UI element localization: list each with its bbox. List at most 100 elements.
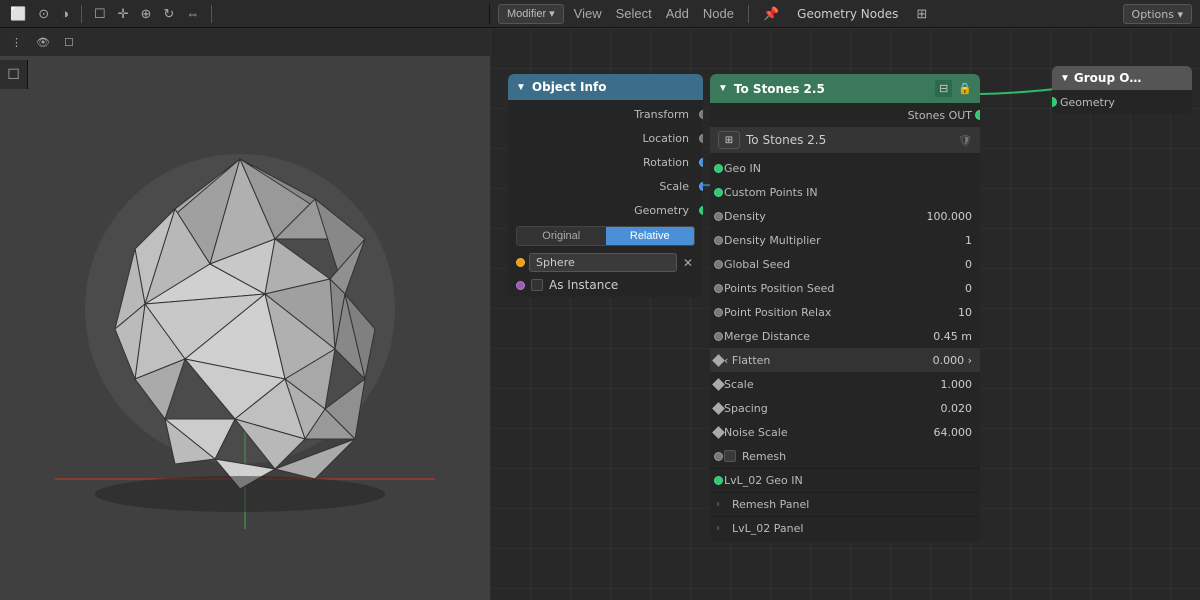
modifier-dropdown[interactable]: Modifier ▾ (498, 4, 564, 24)
header-icons[interactable]: ⊞ (912, 4, 931, 24)
merge-distance-socket[interactable] (714, 332, 723, 341)
sphere-socket[interactable] (516, 258, 525, 267)
left-sidebar: ☐ (0, 60, 28, 89)
flatten-row: ‹ Flatten 0.000 › (710, 348, 980, 372)
pin-icon[interactable]: 📌 (759, 4, 783, 24)
points-pos-seed-socket[interactable] (714, 284, 723, 293)
merge-distance-label: Merge Distance (724, 330, 917, 343)
noise-scale-value: 64.000 (917, 426, 972, 439)
location-row: Location (508, 126, 703, 150)
subheader-lock-icon: 🛡 (958, 134, 972, 147)
select-btn[interactable]: Select (612, 4, 656, 23)
original-relative-toggle: Original Relative (516, 226, 695, 246)
vp-view-icon[interactable]: 👁 (31, 34, 55, 51)
density-value: 100.000 (917, 210, 972, 223)
geometry-row: Geometry (508, 198, 703, 222)
to-stones-collapse-btn[interactable]: ▼ (718, 83, 728, 94)
group-output-geometry-label: Geometry (1060, 96, 1115, 109)
location-label: Location (516, 132, 695, 145)
noise-scale-label: Noise Scale (724, 426, 917, 439)
geometry-socket[interactable] (699, 206, 703, 215)
lvl-panel-row: › LvL_02 Panel (710, 516, 980, 540)
spacing-diamond-icon (712, 402, 725, 415)
to-stones-pin-btn[interactable]: 🔒 (958, 82, 972, 95)
global-seed-value: 0 (917, 258, 972, 271)
remesh-panel-row: › Remesh Panel (710, 492, 980, 516)
remesh-checkbox[interactable] (724, 450, 736, 462)
as-instance-checkbox[interactable] (531, 279, 543, 291)
group-output-collapse-btn[interactable]: ▼ (1060, 73, 1070, 84)
subheader-title: To Stones 2.5 (746, 133, 952, 147)
global-seed-socket[interactable] (714, 260, 723, 269)
transform-row: Transform (508, 102, 703, 126)
lvl-panel-arrow: › (716, 523, 720, 534)
remesh-panel-label: Remesh Panel (724, 498, 972, 511)
cursor-icon[interactable]: ✛ (114, 4, 133, 24)
object-info-body: Transform Location Rotation Scale (508, 100, 703, 297)
group-output-header: ▼ Group O… (1052, 66, 1192, 90)
to-stones-title: To Stones 2.5 (734, 82, 929, 96)
node-header-object-info: ▼ Object Info (508, 74, 703, 100)
rotation-socket[interactable] (699, 158, 703, 167)
point-pos-relax-socket[interactable] (714, 308, 723, 317)
select-mode-icon[interactable]: ☐ (90, 4, 110, 24)
scale-stones-row: Scale 1.000 (710, 372, 980, 396)
viewport-options-btn[interactable]: Options ▾ (1123, 4, 1192, 24)
vp-menu-icon[interactable]: ⋮ (6, 34, 27, 51)
points-pos-seed-label: Points Position Seed (724, 282, 917, 295)
density-socket[interactable] (714, 212, 723, 221)
points-pos-seed-row: Points Position Seed 0 (710, 276, 980, 300)
relative-btn[interactable]: Relative (606, 227, 695, 245)
group-output-geometry-socket[interactable] (1052, 97, 1057, 107)
sphere-dropdown[interactable]: Sphere (529, 253, 677, 272)
add-btn[interactable]: Add (662, 4, 693, 23)
group-output-node: ▼ Group O… Geometry (1052, 66, 1192, 114)
transform-socket[interactable] (699, 110, 703, 119)
scale-stones-label: Scale (724, 378, 917, 391)
remesh-panel-arrow: › (716, 499, 720, 510)
vp-select-icon[interactable]: ☐ (59, 34, 79, 51)
rotation-row: Rotation (508, 150, 703, 174)
point-pos-relax-label: Point Position Relax (724, 306, 917, 319)
spacing-value: 0.020 (917, 402, 972, 415)
scale-icon[interactable]: ⇔ (182, 4, 203, 23)
spacing-label: Spacing (724, 402, 917, 415)
move-icon[interactable]: ⊕ (137, 4, 156, 24)
scale-socket[interactable] (699, 182, 703, 191)
viewport-mode-icon[interactable]: ⬜ (6, 4, 30, 24)
to-stones-menu-btn[interactable]: ⊟ (935, 80, 952, 97)
view-btn[interactable]: View (570, 4, 606, 23)
node-editor: ▼ Object Info Transform Location Rotatio… (490, 28, 1200, 600)
noise-scale-diamond-icon (712, 426, 725, 439)
geo-in-socket[interactable] (714, 164, 723, 173)
toolbar-left: ⬜ ⊙ ◑ ☐ ✛ ⊕ ↻ ⇔ Options ▾ (0, 4, 490, 24)
remesh-socket[interactable] (714, 452, 723, 461)
custom-points-label: Custom Points IN (724, 186, 972, 199)
lvl-geo-in-socket[interactable] (714, 476, 723, 485)
select-box-icon[interactable]: ☐ (3, 64, 24, 85)
object-info-collapse-btn[interactable]: ▼ (516, 82, 526, 93)
density-mult-socket[interactable] (714, 236, 723, 245)
separator-2 (211, 5, 212, 23)
rotation-label: Rotation (516, 156, 695, 169)
flatten-value: 0.000 › (917, 354, 972, 367)
rotate-icon[interactable]: ↻ (159, 4, 178, 24)
viewport-overlay-icon[interactable]: ◑ (57, 4, 73, 23)
stones-out-label: Stones OUT (718, 109, 972, 122)
location-socket[interactable] (699, 134, 703, 143)
global-seed-row: Global Seed 0 (710, 252, 980, 276)
geo-in-row: Geo IN (710, 156, 980, 180)
to-stones-body: Geo IN Custom Points IN Density 100.000 … (710, 154, 980, 542)
stones-out-socket[interactable] (975, 110, 980, 120)
custom-points-socket[interactable] (714, 188, 723, 197)
viewport-shading-icon[interactable]: ⊙ (34, 4, 53, 24)
density-label: Density (724, 210, 917, 223)
sphere-clear-btn[interactable]: ✕ (681, 256, 695, 270)
instance-socket[interactable] (516, 281, 525, 290)
main-content: ⋮ 👁 ☐ (0, 28, 1200, 600)
lvl-geo-in-label: LvL_02 Geo IN (724, 474, 972, 487)
original-btn[interactable]: Original (517, 227, 606, 245)
node-btn[interactable]: Node (699, 4, 738, 23)
geometry-label: Geometry (516, 204, 695, 217)
separator-1 (81, 5, 82, 23)
